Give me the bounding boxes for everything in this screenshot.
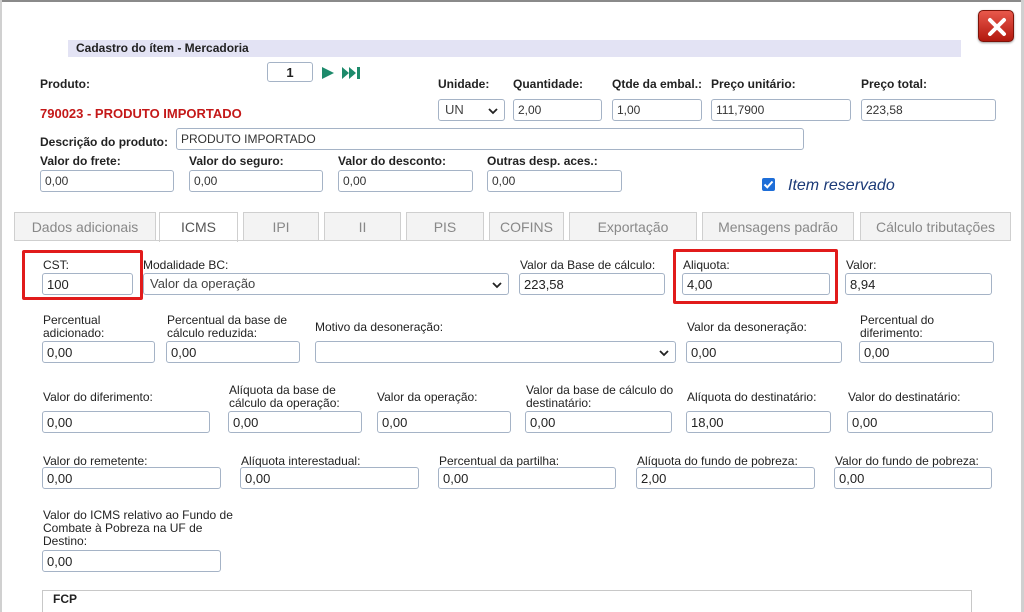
preco-total-label: Preço total: bbox=[861, 77, 928, 91]
perc-diferimento-label: Percentual do diferimento: bbox=[860, 313, 935, 340]
tab-exportacao[interactable]: Exportação bbox=[569, 212, 697, 240]
perc-base-reduzida-input[interactable] bbox=[166, 341, 300, 363]
outras-desp-input[interactable] bbox=[487, 170, 622, 192]
valor-destinatario-input[interactable] bbox=[847, 411, 993, 433]
tab-calculo-tributacoes[interactable]: Cálculo tributações bbox=[860, 212, 1011, 240]
desconto-input[interactable] bbox=[338, 170, 473, 192]
perc-adicionado-label: Percentual adicionado: bbox=[43, 313, 105, 340]
window-frame-left bbox=[0, 0, 2, 612]
seguro-input[interactable] bbox=[189, 170, 323, 192]
valor-remetente-input[interactable] bbox=[42, 467, 221, 489]
perc-base-reduzida-label: Percentual da base de cálculo reduzida: bbox=[167, 313, 288, 340]
item-reservado-label: Item reservado bbox=[788, 177, 895, 194]
chevron-down-icon bbox=[492, 282, 502, 289]
chevron-down-icon bbox=[659, 350, 669, 357]
tab-bar: Dados adicionais ICMS IPI II PIS COFINS … bbox=[14, 212, 1011, 242]
fcp-section-title: FCP bbox=[53, 592, 77, 606]
close-icon bbox=[988, 18, 1006, 36]
descricao-input[interactable] bbox=[176, 128, 804, 150]
valor-diferimento-label: Valor do diferimento: bbox=[43, 390, 153, 404]
base-calculo-input[interactable] bbox=[519, 273, 665, 295]
valor-icms-fcp-uf-label: Valor do ICMS relativo ao Fundo de Comba… bbox=[43, 508, 233, 548]
valor-operacao-input[interactable] bbox=[377, 411, 511, 433]
valor-icms-label: Valor: bbox=[846, 258, 877, 272]
page-number-input[interactable] bbox=[267, 62, 313, 82]
aliq-interestadual-input[interactable] bbox=[240, 467, 419, 489]
quantidade-label: Quantidade: bbox=[513, 77, 584, 91]
valor-destinatario-label: Valor do destinatário: bbox=[848, 390, 961, 404]
tab-icms[interactable]: ICMS bbox=[159, 212, 238, 242]
valor-desoneracao-label: Valor da desoneração: bbox=[687, 320, 807, 334]
tab-ipi[interactable]: IPI bbox=[243, 212, 319, 240]
preco-total-input[interactable] bbox=[861, 99, 996, 121]
aliq-base-operacao-input[interactable] bbox=[228, 411, 362, 433]
valor-desoneracao-input[interactable] bbox=[686, 341, 842, 363]
preco-unitario-label: Preço unitário: bbox=[711, 77, 796, 91]
aliq-base-operacao-label: Alíquota da base de cálculo da operação: bbox=[229, 383, 340, 410]
quantidade-input[interactable] bbox=[513, 99, 602, 121]
perc-adicionado-input[interactable] bbox=[42, 341, 155, 363]
base-calculo-label: Valor da Base de cálculo: bbox=[520, 258, 656, 272]
qtde-embal-label: Qtde da embal.: bbox=[612, 77, 703, 91]
tab-dados-adicionais[interactable]: Dados adicionais bbox=[14, 212, 156, 240]
aliq-destinatario-label: Alíquota do destinatário: bbox=[687, 390, 817, 404]
valor-icms-fcp-uf-input[interactable] bbox=[42, 550, 221, 572]
play-icon[interactable] bbox=[321, 66, 335, 80]
chevron-down-icon bbox=[488, 108, 498, 115]
tab-ii[interactable]: II bbox=[324, 212, 401, 240]
valor-fundo-pobreza-input[interactable] bbox=[834, 467, 992, 489]
window-frame-top bbox=[0, 0, 1024, 2]
valor-icms-input[interactable] bbox=[845, 273, 992, 295]
product-code-name: 790023 - PRODUTO IMPORTADO bbox=[40, 106, 242, 121]
close-button[interactable] bbox=[978, 10, 1014, 42]
motivo-desoneracao-select[interactable] bbox=[315, 341, 676, 363]
motivo-desoneracao-label: Motivo da desoneração: bbox=[315, 320, 444, 334]
checkbox-checked-icon bbox=[763, 180, 774, 189]
tab-mensagens-padrao[interactable]: Mensagens padrão bbox=[702, 212, 854, 240]
modalidade-bc-select[interactable]: Valor da operação bbox=[143, 273, 509, 295]
fcp-section bbox=[42, 590, 972, 612]
unidade-select[interactable]: UN bbox=[438, 99, 505, 121]
aliquota-highlight bbox=[673, 249, 838, 304]
frete-label: Valor do frete: bbox=[40, 154, 121, 168]
modalidade-bc-label: Modalidade BC: bbox=[143, 258, 229, 272]
preco-unitario-input[interactable] bbox=[711, 99, 851, 121]
seguro-label: Valor do seguro: bbox=[189, 154, 284, 168]
modalidade-bc-selected-value: Valor da operação bbox=[150, 276, 256, 291]
desconto-label: Valor do desconto: bbox=[338, 154, 447, 168]
outras-desp-label: Outras desp. aces.: bbox=[487, 154, 598, 168]
perc-diferimento-input[interactable] bbox=[859, 341, 994, 363]
cst-highlight bbox=[22, 250, 143, 300]
skip-forward-icon[interactable] bbox=[342, 66, 362, 80]
descricao-label: Descrição do produto: bbox=[40, 135, 169, 149]
perc-partilha-input[interactable] bbox=[438, 467, 616, 489]
dialog-title: Cadastro do ítem - Mercadoria bbox=[68, 40, 961, 57]
tab-cofins[interactable]: COFINS bbox=[489, 212, 564, 240]
item-reservado-checkbox[interactable] bbox=[762, 178, 775, 191]
valor-operacao-label: Valor da operação: bbox=[377, 390, 478, 404]
tab-pis[interactable]: PIS bbox=[406, 212, 484, 240]
unidade-label: Unidade: bbox=[438, 77, 490, 91]
aliq-destinatario-input[interactable] bbox=[686, 411, 831, 433]
unidade-selected-value: UN bbox=[445, 102, 464, 117]
valor-base-destinatario-input[interactable] bbox=[525, 411, 672, 433]
produto-label: Produto: bbox=[40, 77, 90, 91]
frete-input[interactable] bbox=[40, 170, 174, 192]
valor-diferimento-input[interactable] bbox=[42, 411, 210, 433]
qtde-embal-input[interactable] bbox=[612, 99, 702, 121]
aliq-fundo-pobreza-input[interactable] bbox=[636, 467, 815, 489]
valor-base-destinatario-label: Valor da base de cálculo do destinatário… bbox=[526, 383, 674, 410]
tab-divider bbox=[14, 240, 1011, 241]
